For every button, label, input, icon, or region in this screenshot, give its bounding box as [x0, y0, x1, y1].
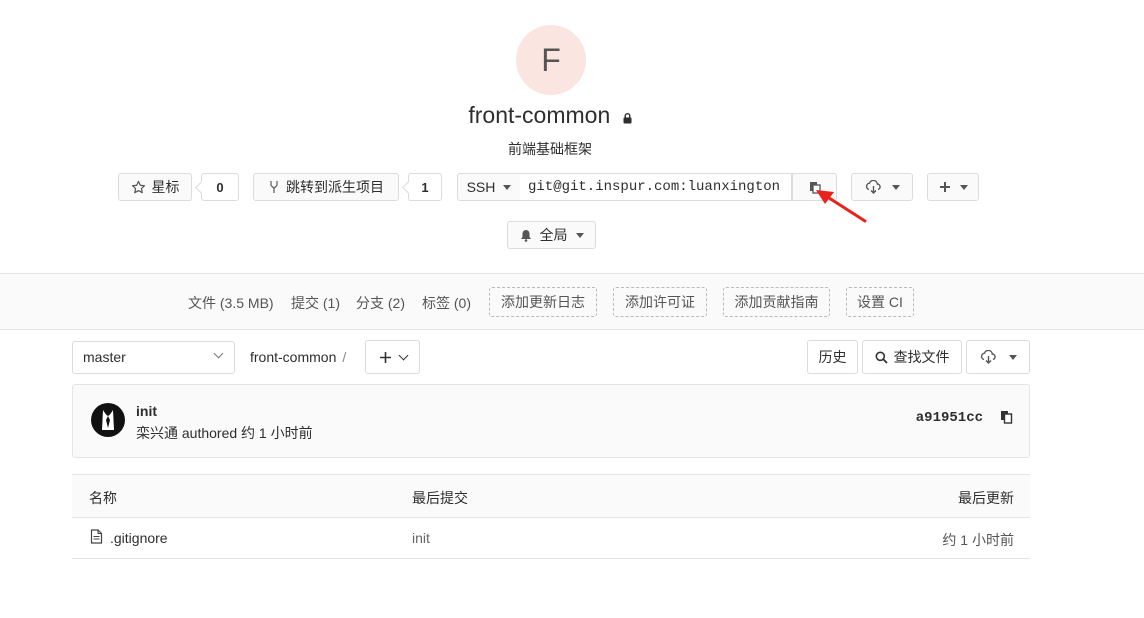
add-license-button[interactable]: 添加许可证 [613, 287, 707, 317]
lock-icon [623, 103, 632, 130]
branch-name: master [83, 349, 126, 365]
project-name[interactable]: front-common [468, 102, 610, 128]
file-icon [90, 529, 103, 547]
header-last-commit: 最后提交 [412, 490, 468, 506]
branches-link[interactable]: 分支 (2) [356, 293, 405, 313]
commit-sha[interactable]: a91951cc [916, 410, 983, 426]
project-avatar: F [516, 25, 586, 95]
project-description: 前端基础框架 [508, 141, 592, 157]
add-dropdown[interactable] [927, 173, 979, 201]
tags-link[interactable]: 标签 (0) [422, 293, 471, 313]
notification-label: 全局 [539, 227, 568, 243]
add-changelog-button[interactable]: 添加更新日志 [489, 287, 597, 317]
history-button[interactable]: 历史 [807, 340, 858, 374]
fork-label: 跳转到派生项目 [286, 179, 384, 195]
file-last-commit[interactable]: init [412, 530, 430, 546]
project-title: front-common [0, 102, 1100, 130]
caret-down-icon [959, 184, 968, 190]
table-row[interactable]: .gitignore init 约 1 小时前 [72, 517, 1030, 559]
fork-icon [268, 180, 280, 194]
caret-down-icon [891, 184, 900, 190]
commits-link[interactable]: 提交 (1) [291, 293, 340, 313]
caret-down-icon [575, 232, 584, 238]
star-icon [131, 180, 146, 195]
plus-icon [939, 181, 951, 193]
divider [0, 329, 1144, 330]
plus-icon [379, 351, 392, 364]
file-last-update: 约 1 小时前 [942, 532, 1014, 548]
commit-title[interactable]: init [136, 403, 157, 419]
files-link[interactable]: 文件 (3.5 MB) [188, 293, 274, 313]
chevron-down-icon [398, 350, 408, 360]
table-header: 名称 最后提交 最后更新 [72, 474, 1030, 518]
breadcrumb-separator: / [342, 349, 347, 365]
caret-down-icon [1008, 354, 1017, 360]
clone-protocol-dropdown[interactable]: SSH [457, 173, 521, 201]
search-icon [875, 351, 888, 364]
download-icon [980, 350, 997, 364]
file-name[interactable]: .gitignore [110, 530, 168, 546]
notification-dropdown[interactable]: 全局 [507, 221, 596, 249]
breadcrumb-project[interactable]: front-common [250, 349, 336, 365]
download-icon [865, 180, 882, 194]
commit-meta: 栾兴通 authored 约 1 小时前 [136, 425, 313, 441]
header-last-update: 最后更新 [958, 490, 1014, 506]
star-label: 星标 [151, 179, 180, 195]
find-file-button[interactable]: 查找文件 [862, 340, 962, 374]
find-file-label: 查找文件 [893, 349, 950, 365]
avatar[interactable] [91, 403, 125, 437]
download-dropdown[interactable] [966, 340, 1030, 374]
setup-ci-button[interactable]: 设置 CI [846, 287, 914, 317]
clipboard-icon[interactable] [1000, 410, 1013, 427]
clone-protocol-label: SSH [466, 179, 496, 195]
branch-selector[interactable]: master [72, 341, 235, 374]
last-commit-panel: init 栾兴通 authored 约 1 小时前 a91951cc [72, 384, 1030, 458]
star-button[interactable]: 星标 [118, 173, 192, 201]
breadcrumb: front-common / [250, 349, 346, 365]
add-file-dropdown[interactable] [365, 340, 420, 374]
fork-count[interactable]: 1 [408, 173, 442, 201]
add-contributing-button[interactable]: 添加贡献指南 [723, 287, 830, 317]
star-count[interactable]: 0 [201, 173, 239, 201]
chevron-down-icon [213, 348, 224, 359]
bell-icon [520, 229, 532, 242]
download-dropdown[interactable] [851, 173, 913, 201]
clone-url-input[interactable]: git@git.inspur.com:luanxington [520, 173, 792, 201]
fork-button[interactable]: 跳转到派生项目 [253, 173, 399, 201]
header-name: 名称 [89, 490, 117, 506]
caret-down-icon [503, 184, 512, 190]
